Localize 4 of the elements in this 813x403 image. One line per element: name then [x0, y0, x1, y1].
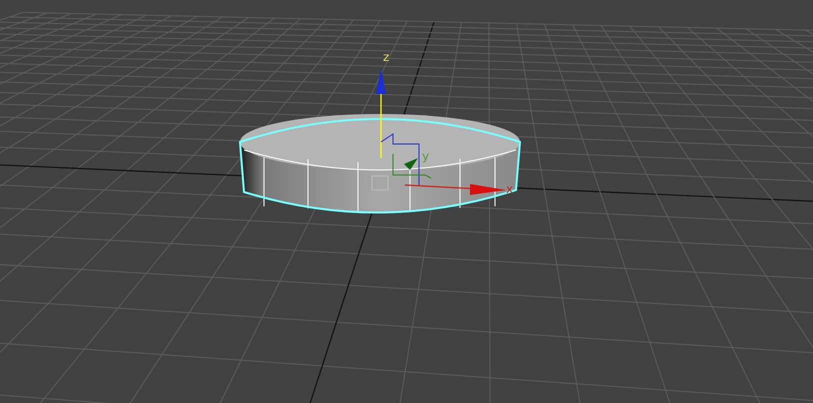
- transform-gizmo-drawing[interactable]: [376, 68, 506, 195]
- axis-label: z: [383, 50, 390, 64]
- cylinder-drawing[interactable]: [239, 114, 521, 214]
- axis-label: y: [422, 149, 430, 163]
